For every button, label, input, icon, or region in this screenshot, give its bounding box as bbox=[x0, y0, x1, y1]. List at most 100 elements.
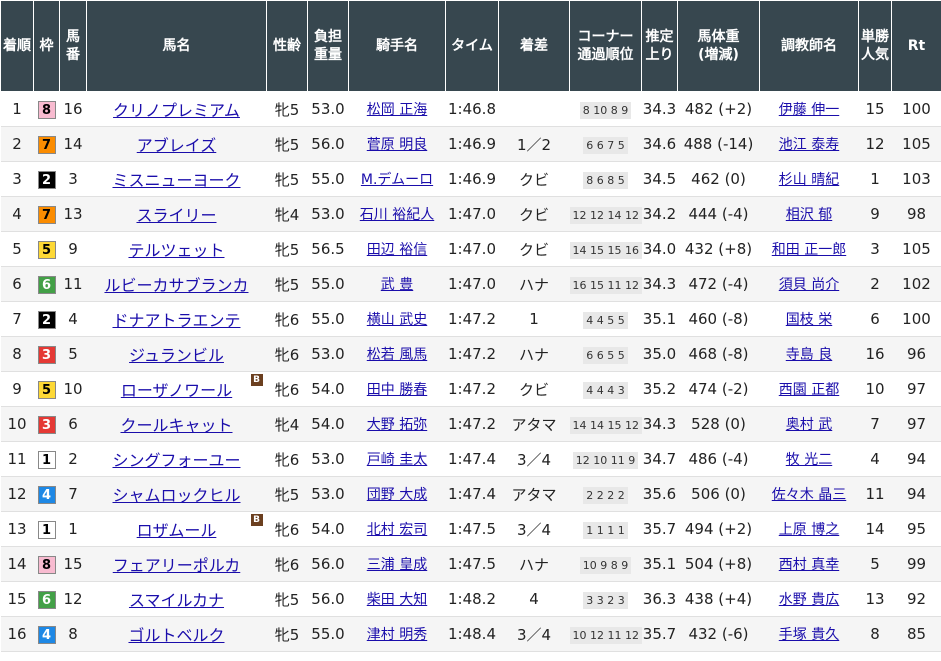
horse-no-cell: 2 bbox=[59, 441, 87, 477]
trainer-link[interactable]: 西村 真幸 bbox=[779, 557, 839, 573]
odds-rank-cell: 10 bbox=[858, 371, 892, 407]
trainer-link[interactable]: 池江 泰寿 bbox=[779, 137, 839, 153]
header-odds-rank: 単勝人気 bbox=[858, 0, 892, 92]
horse-name-link[interactable]: アブレイズ bbox=[137, 136, 217, 155]
table-row: 14 8 15 フェアリーポルカ 牝6 56.0 三浦 皇成 1:47.5 ハナ 10 9 8 9… bbox=[0, 546, 941, 582]
header-corner: コーナー 通過順位 bbox=[569, 0, 642, 92]
trainer-link[interactable]: 須貝 尚介 bbox=[779, 277, 839, 293]
rating-cell: 105 bbox=[891, 231, 941, 267]
trainer-link[interactable]: 牧 光二 bbox=[786, 452, 832, 468]
trainer-link[interactable]: 和田 正一郎 bbox=[772, 242, 846, 258]
horse-name-link[interactable]: ゴルトベルク bbox=[128, 626, 224, 645]
body-weight-cell: 506 (0) bbox=[677, 476, 760, 512]
jockey-link[interactable]: 松若 風馬 bbox=[367, 347, 427, 363]
trainer-link[interactable]: 水野 貴広 bbox=[779, 592, 839, 608]
horse-name-link[interactable]: ロザムール bbox=[137, 521, 217, 540]
rating-cell: 103 bbox=[891, 161, 941, 197]
horse-name-cell: シングフォーユー bbox=[86, 441, 267, 477]
horse-name-link[interactable]: シャムロックヒル bbox=[112, 486, 240, 505]
corner-positions: 12 10 11 9 bbox=[572, 451, 639, 469]
trainer-link[interactable]: 国枝 栄 bbox=[786, 312, 832, 328]
horse-name-link[interactable]: クリノプレミアム bbox=[113, 101, 240, 120]
trainer-cell: 寺島 良 bbox=[759, 336, 859, 372]
jockey-link[interactable]: 団野 大成 bbox=[367, 487, 427, 503]
horse-no-cell: 3 bbox=[59, 161, 87, 197]
trainer-link[interactable]: 上原 博之 bbox=[779, 522, 839, 538]
jockey-link[interactable]: 柴田 大知 bbox=[367, 592, 427, 608]
corner-cell: 10 9 8 9 bbox=[569, 546, 642, 582]
jockey-link[interactable]: 松岡 正海 bbox=[367, 102, 427, 118]
finish-cell: 3 bbox=[0, 161, 34, 197]
jockey-link[interactable]: 大野 拓弥 bbox=[367, 417, 427, 433]
header-corner-line1: コーナー bbox=[577, 29, 634, 45]
trainer-link[interactable]: 奥村 武 bbox=[786, 417, 832, 433]
sex-age-cell: 牝6 bbox=[266, 301, 308, 337]
odds-rank-cell: 2 bbox=[858, 266, 892, 302]
body-weight-cell: 504 (+8) bbox=[677, 546, 760, 582]
horse-name-link[interactable]: クールキャット bbox=[120, 416, 232, 435]
body-weight-cell: 482 (+2) bbox=[677, 91, 760, 127]
weight-carried-cell: 54.0 bbox=[307, 511, 349, 547]
jockey-link[interactable]: 北村 宏司 bbox=[367, 522, 427, 538]
trainer-link[interactable]: 杉山 晴紀 bbox=[779, 172, 839, 188]
jockey-link[interactable]: 菅原 明良 bbox=[367, 137, 427, 153]
jockey-link[interactable]: 津村 明秀 bbox=[367, 627, 427, 643]
jockey-link[interactable]: M.デムーロ bbox=[361, 172, 433, 188]
jockey-link[interactable]: 田中 勝春 bbox=[367, 382, 427, 398]
trainer-link[interactable]: 西園 正都 bbox=[779, 382, 839, 398]
horse-name-cell: スライリー bbox=[86, 196, 267, 232]
horse-name-link[interactable]: フェアリーポルカ bbox=[113, 556, 241, 575]
waku-cell: 1 bbox=[33, 511, 60, 547]
corner-positions: 3 3 2 3 bbox=[583, 591, 628, 609]
last3f-cell: 34.3 bbox=[641, 406, 678, 442]
horse-name-link[interactable]: ローザノワール bbox=[121, 381, 232, 400]
time-cell: 1:46.9 bbox=[445, 126, 499, 162]
sex-age-cell: 牝5 bbox=[266, 266, 308, 302]
horse-name-link[interactable]: ルビーカサブランカ bbox=[104, 276, 248, 295]
jockey-link[interactable]: 田辺 裕信 bbox=[367, 242, 427, 258]
trainer-link[interactable]: 伊藤 伸一 bbox=[779, 102, 839, 118]
body-weight-cell: 494 (+2) bbox=[677, 511, 760, 547]
table-row: 5 5 9 テルツェット 牝5 56.5 田辺 裕信 1:47.0 クビ 14 15 15 16 3… bbox=[0, 231, 941, 267]
horse-name-link[interactable]: ドナアトラエンテ bbox=[112, 311, 240, 330]
horse-name-link[interactable]: ジュランビル bbox=[129, 346, 224, 365]
corner-cell: 1 1 1 1 bbox=[569, 511, 642, 547]
trainer-link[interactable]: 寺島 良 bbox=[786, 347, 832, 363]
sex-age-cell: 牝6 bbox=[266, 336, 308, 372]
waku-cell: 3 bbox=[33, 336, 60, 372]
last3f-cell: 36.3 bbox=[641, 581, 678, 617]
horse-name-link[interactable]: テルツェット bbox=[128, 241, 224, 260]
jockey-link[interactable]: 石川 裕紀人 bbox=[360, 207, 434, 223]
weight-carried-cell: 55.0 bbox=[307, 161, 349, 197]
sex-age-cell: 牝5 bbox=[266, 616, 308, 652]
horse-name-link[interactable]: ミスニューヨーク bbox=[112, 171, 240, 190]
jockey-link[interactable]: 横山 武史 bbox=[367, 312, 427, 328]
trainer-link[interactable]: 相沢 郁 bbox=[786, 207, 832, 223]
trainer-link[interactable]: 手塚 貴久 bbox=[779, 627, 839, 643]
sex-age-cell: 牝5 bbox=[266, 161, 308, 197]
table-row: 7 2 4 ドナアトラエンテ 牝6 55.0 横山 武史 1:47.2 1 4 4 5 5 35.1… bbox=[0, 301, 941, 337]
horse-name-link[interactable]: スマイルカナ bbox=[129, 591, 224, 610]
horse-no-cell: 15 bbox=[59, 546, 87, 582]
horse-no-cell: 10 bbox=[59, 371, 87, 407]
jockey-link[interactable]: 戸崎 圭太 bbox=[367, 452, 427, 468]
horse-name-link[interactable]: スライリー bbox=[136, 206, 216, 225]
odds-rank-cell: 14 bbox=[858, 511, 892, 547]
jockey-cell: M.デムーロ bbox=[348, 161, 446, 197]
margin-cell bbox=[498, 91, 570, 127]
trainer-link[interactable]: 佐々木 晶三 bbox=[772, 487, 846, 503]
body-weight-cell: 474 (-2) bbox=[677, 371, 760, 407]
corner-positions: 1 1 1 1 bbox=[583, 521, 628, 539]
last3f-cell: 34.2 bbox=[641, 196, 678, 232]
last3f-cell: 35.7 bbox=[641, 511, 678, 547]
time-cell: 1:48.2 bbox=[445, 581, 499, 617]
jockey-link[interactable]: 三浦 皇成 bbox=[367, 557, 427, 573]
jockey-link[interactable]: 武 豊 bbox=[381, 277, 413, 293]
odds-rank-cell: 3 bbox=[858, 231, 892, 267]
jockey-cell: 北村 宏司 bbox=[348, 511, 446, 547]
table-row: 10 3 6 クールキャット 牝4 54.0 大野 拓弥 1:47.2 アタマ 14 14 15 … bbox=[0, 406, 941, 442]
jockey-cell: 柴田 大知 bbox=[348, 581, 446, 617]
waku-cell: 3 bbox=[33, 406, 60, 442]
jockey-cell: 津村 明秀 bbox=[348, 616, 446, 652]
horse-name-link[interactable]: シングフォーユー bbox=[112, 451, 240, 470]
